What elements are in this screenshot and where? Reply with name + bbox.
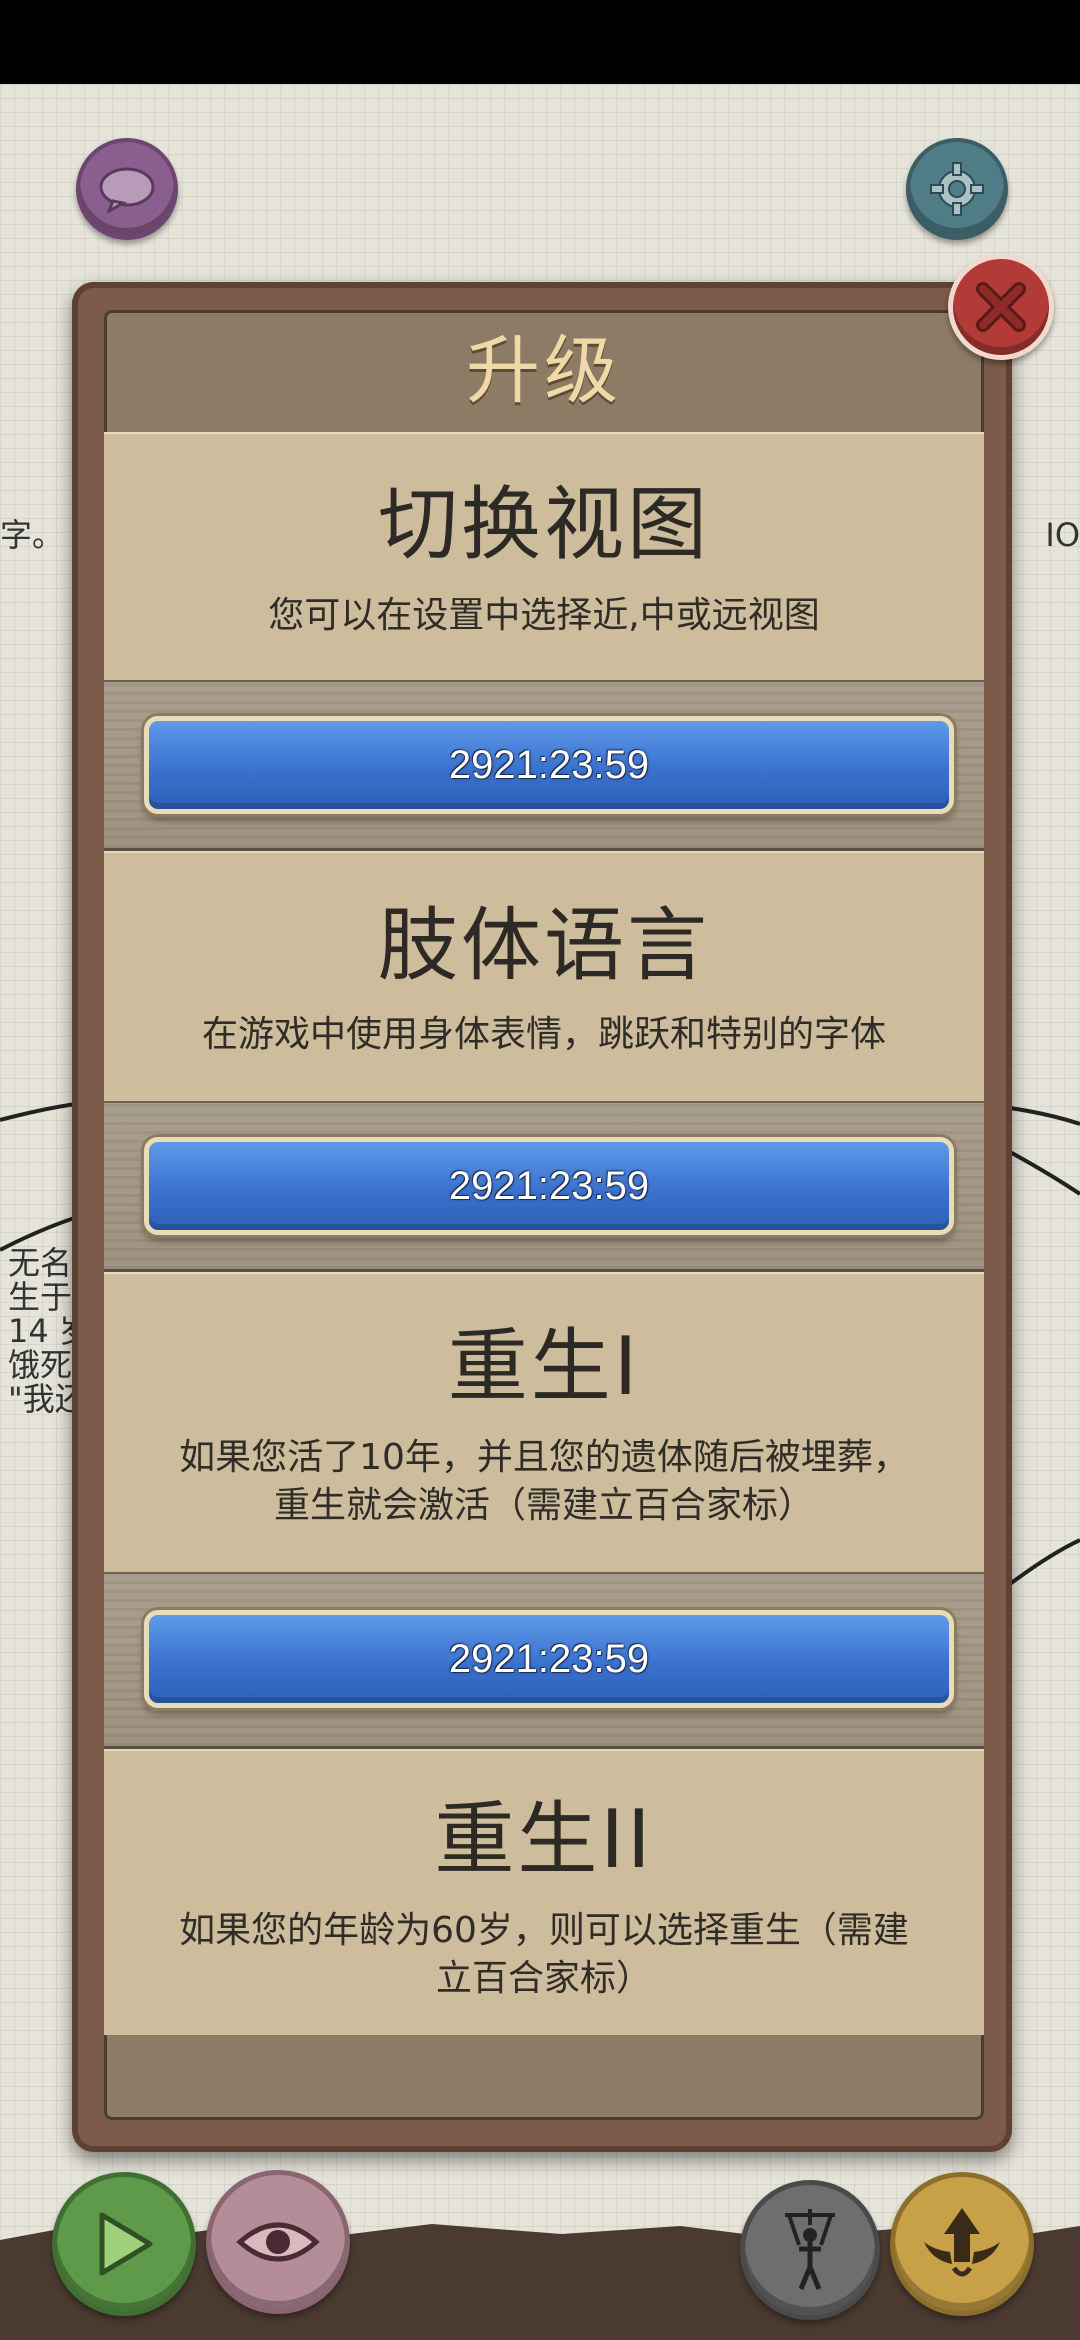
wood-plank: 2921:23:59 xyxy=(104,680,984,851)
puppet-button[interactable] xyxy=(740,2180,880,2320)
upgrade-timer-button[interactable]: 2921:23:59 xyxy=(144,716,954,814)
close-x-icon xyxy=(976,282,1026,332)
upgrade-card-title: 切换视图 xyxy=(378,478,710,571)
chat-bubble-icon xyxy=(99,167,155,213)
close-button[interactable] xyxy=(948,254,1054,360)
upgrade-card-description: 如果您活了10年，并且您的遗体随后被埋葬， xyxy=(179,1437,909,1478)
upgrade-card: 重生II 如果您的年龄为60岁，则可以选择重生（需建 立百合家标） xyxy=(104,1749,984,2035)
status-bar xyxy=(0,0,1080,84)
background-text-left: 字。 xyxy=(0,516,65,554)
play-triangle-icon xyxy=(99,2212,153,2276)
upgrade-card-description: 重生就会激活（需建立百合家标） xyxy=(273,1485,814,1526)
upgrade-dialog: 升级 切换视图 您可以在设置中选择近,中或远视图 2921:23:59 肢体语言… xyxy=(72,282,1012,2152)
upgrade-card-description: 在游戏中使用身体表情，跳跃和特别的字体 xyxy=(201,1014,886,1055)
chat-button[interactable] xyxy=(76,138,178,240)
background-text-right: IO xyxy=(1045,516,1080,554)
upgrade-card-description: 如果您的年龄为60岁，则可以选择重生（需建 xyxy=(179,1910,909,1951)
view-button[interactable] xyxy=(206,2170,350,2314)
settings-button[interactable] xyxy=(906,138,1008,240)
play-button[interactable] xyxy=(52,2172,196,2316)
dialog-title: 升级 xyxy=(466,328,622,414)
upgrade-timer-button[interactable]: 2921:23:59 xyxy=(144,1137,954,1235)
upgrade-card: 重生I 如果您活了10年，并且您的遗体随后被埋葬， 重生就会激活（需建立百合家标… xyxy=(104,1272,984,1572)
upgrade-card-title: 重生I xyxy=(447,1320,641,1413)
upgrade-button[interactable] xyxy=(890,2172,1034,2316)
gear-icon xyxy=(930,162,984,216)
wood-plank: 2921:23:59 xyxy=(104,1572,984,1749)
upgrade-dialog-panel: 升级 切换视图 您可以在设置中选择近,中或远视图 2921:23:59 肢体语言… xyxy=(104,310,984,2120)
winged-arrow-up-icon xyxy=(924,2208,1000,2277)
upgrade-card: 切换视图 您可以在设置中选择近,中或远视图 xyxy=(104,432,984,680)
upgrade-timer-button[interactable]: 2921:23:59 xyxy=(144,1610,954,1708)
upgrade-card-title: 肢体语言 xyxy=(378,899,710,992)
eye-icon xyxy=(236,2222,320,2262)
upgrade-card: 肢体语言 在游戏中使用身体表情，跳跃和特别的字体 xyxy=(104,851,984,1101)
upgrade-card-description: 您可以在设置中选择近,中或远视图 xyxy=(268,595,820,636)
wood-plank: 2921:23:59 xyxy=(104,1101,984,1272)
upgrade-card-title: 重生II xyxy=(434,1793,654,1886)
puppet-icon xyxy=(785,2209,835,2290)
upgrade-card-description: 立百合家标） xyxy=(435,1958,652,1999)
